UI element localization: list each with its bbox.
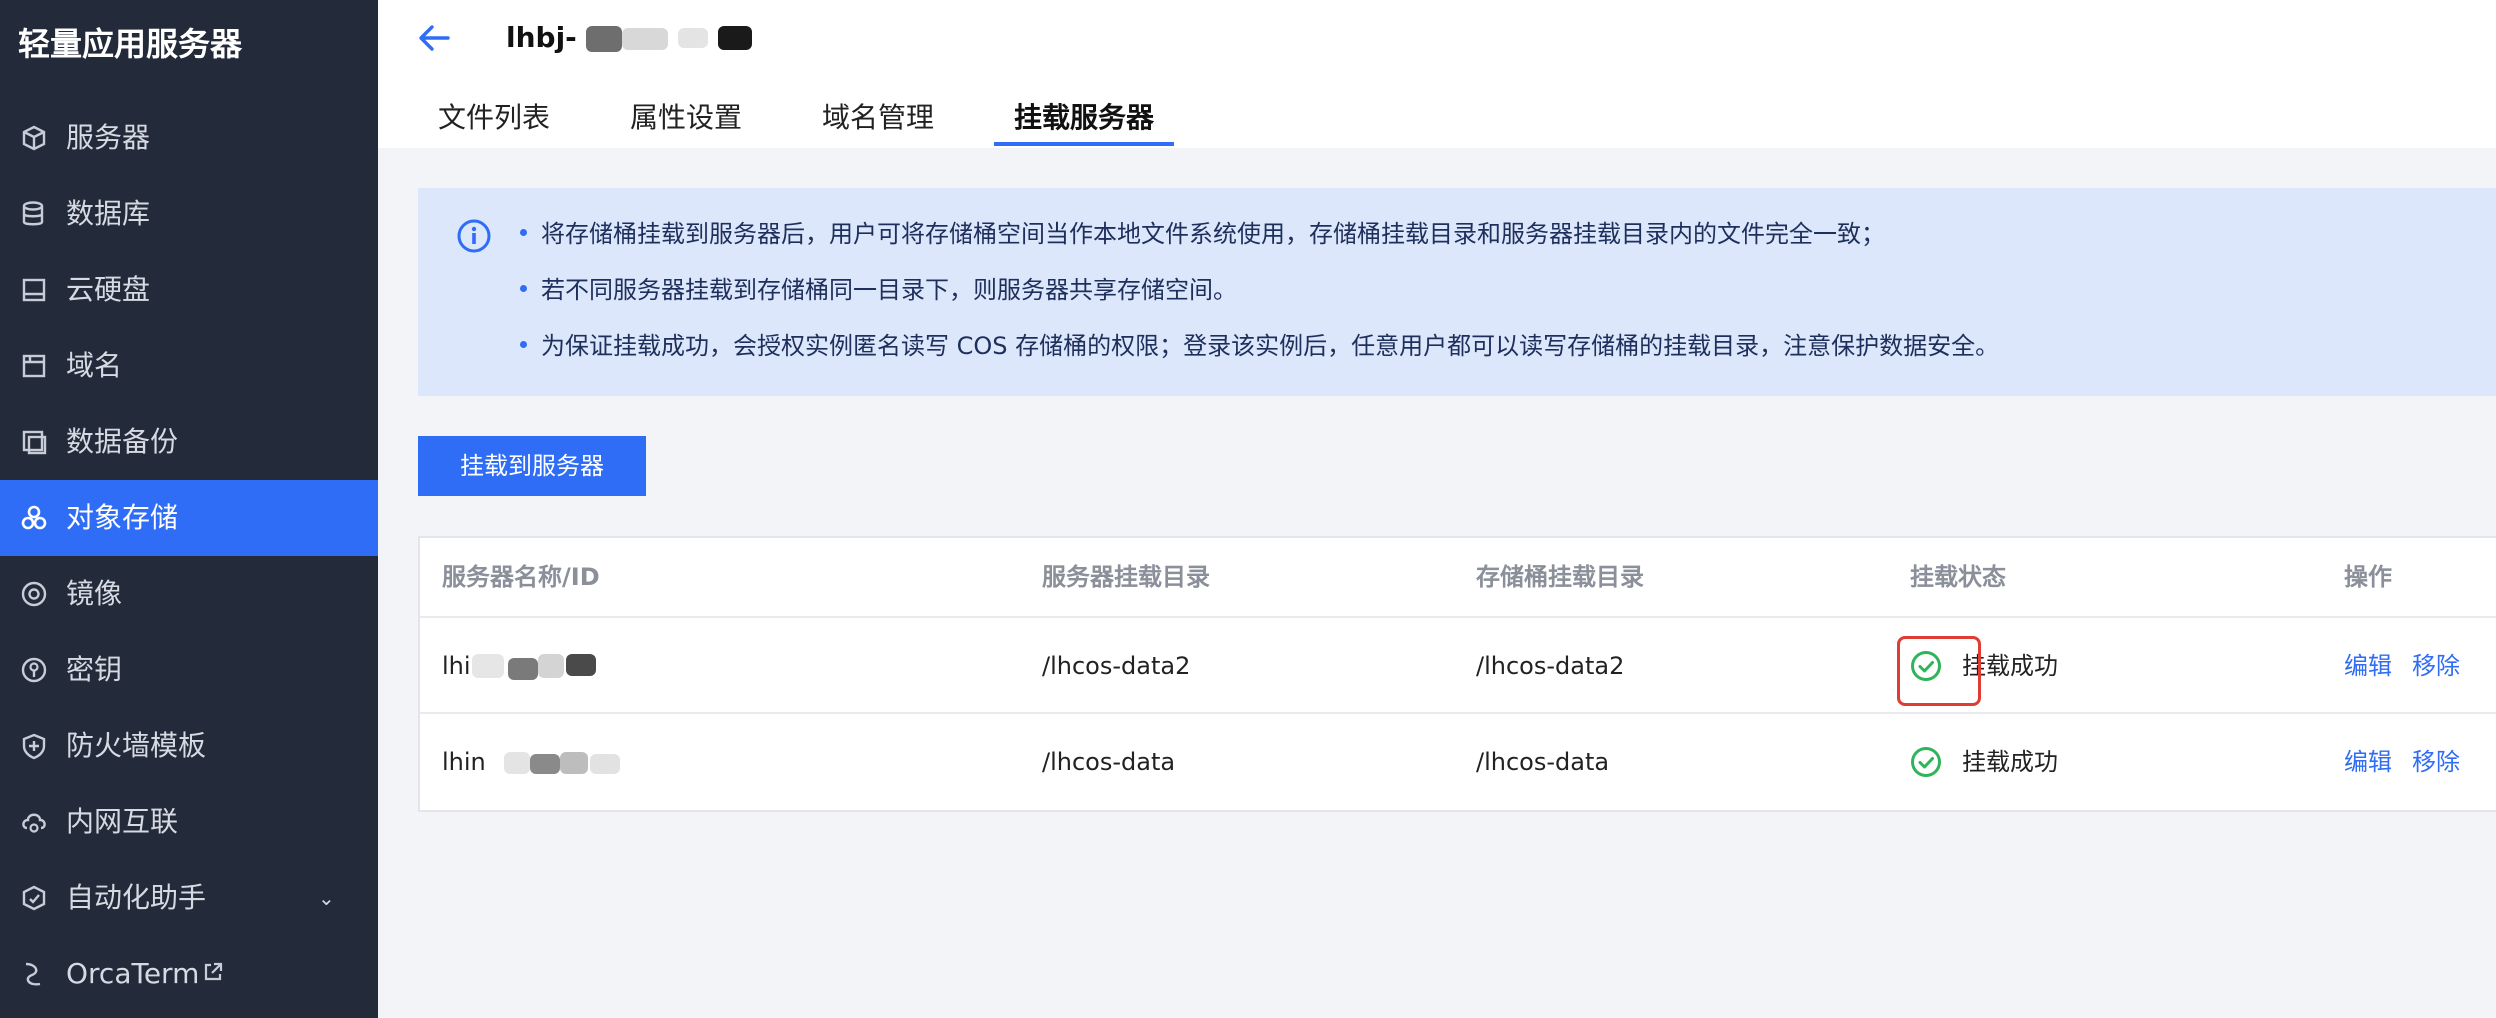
sidebar-item-domain[interactable]: 域名 [0,328,378,404]
active-tab-indicator [994,142,1174,146]
sidebar-item-firewall[interactable]: 防火墙模板 [0,708,378,784]
backup-icon [22,430,47,455]
tab-file-list[interactable]: 文件列表 [438,96,550,148]
remove-link[interactable]: 移除 [2412,618,2460,714]
image-icon [21,581,47,607]
redacted-mask [566,654,596,676]
automation-icon [22,885,46,911]
bucket-title: lhbj- [506,21,577,54]
external-link-icon [204,962,223,981]
redacted-mask [718,26,752,50]
edit-link[interactable]: 编辑 [2344,714,2392,810]
tab-properties[interactable]: 属性设置 [630,96,742,148]
redacted-mask [590,754,620,774]
chevron-down-icon[interactable]: ⌄ [318,860,335,936]
sidebar-item-server[interactable]: 服务器 [0,100,378,176]
column-header: 操作 [2344,563,2392,591]
sidebar-item-label: 密钥 [66,653,123,686]
success-check-icon [1911,747,1941,777]
sidebar-item-object-storage[interactable]: 对象存储 [0,480,378,556]
redacted-mask [504,752,530,774]
sidebar-item-cloud-disk[interactable]: 云硬盘 [0,252,378,328]
page-header: lhbj- 文件列表 属性设置 域名管理 挂载服务器 [378,0,2496,150]
sidebar-item-label: 镜像 [66,577,123,610]
mount-table: 服务器名称/ID 服务器挂载目录 存储桶挂载目录 挂载状态 操作 lhi /lh… [418,536,2496,812]
sidebar-item-backup[interactable]: 数据备份 [0,404,378,480]
column-header: 挂载状态 [1910,563,2006,591]
sidebar-item-label: 内网互联 [66,805,179,838]
sidebar-item-label: 域名 [66,349,123,382]
redacted-mask [586,26,622,52]
server-mount-dir: /lhcos-data2 [1042,652,1191,680]
edit-link[interactable]: 编辑 [2344,618,2392,714]
cube-icon [22,125,46,151]
redacted-mask [472,654,504,678]
sidebar-item-label: 服务器 [66,121,151,154]
table-row: lhi /lhcos-data2 /lhcos-data2 挂载成功 编辑 移除 [420,616,2496,714]
column-header: 存储桶挂载目录 [1476,563,1644,591]
redacted-mask [508,658,538,680]
key-icon [21,657,47,683]
server-name: lhi [442,652,471,680]
bucket-mount-dir: /lhcos-data2 [1476,652,1625,680]
object-storage-icon [21,505,47,530]
column-header: 服务器名称/ID [442,563,600,591]
sidebar-item-label: 对象存储 [66,501,179,534]
sidebar: 轻量应用服务器 服务器 数据库 云硬盘 域名 数据备份 对象存储 镜像 密钥 防… [0,0,378,1018]
redacted-mask [678,28,708,48]
sidebar-item-key[interactable]: 密钥 [0,632,378,708]
sidebar-item-label: 自动化助手 [66,881,207,914]
sidebar-item-label: 数据库 [66,197,151,230]
tab-domain-management[interactable]: 域名管理 [822,96,934,148]
tab-mount-server[interactable]: 挂载服务器 [1014,96,1154,148]
column-header: 服务器挂载目录 [1042,563,1210,591]
redacted-mask [538,654,564,678]
notice-line: 将存储桶挂载到服务器后，用户可将存储桶空间当作本地文件系统使用，存储桶挂载目录和… [520,206,1885,262]
sidebar-item-database[interactable]: 数据库 [0,176,378,252]
sidebar-item-label: 防火墙模板 [66,729,207,762]
sidebar-item-label: 数据备份 [66,425,179,458]
server-name: lhin [442,748,486,776]
sidebar-item-automation[interactable]: 自动化助手 ⌄ [0,860,378,936]
status-text: 挂载成功 [1962,748,2058,776]
sidebar-item-image[interactable]: 镜像 [0,556,378,632]
back-arrow-icon[interactable] [414,18,454,58]
server-mount-dir: /lhcos-data [1042,748,1176,776]
redacted-mask [560,752,588,774]
bucket-mount-dir: /lhcos-data [1476,748,1610,776]
table-row: lhin /lhcos-data /lhcos-data 挂载成功 编辑 移除 [420,712,2496,810]
sidebar-item-label: 云硬盘 [66,273,151,306]
info-icon [457,219,491,253]
app-title: 轻量应用服务器 [18,25,243,63]
domain-icon [22,354,46,378]
database-icon [22,201,44,226]
shield-icon [22,733,46,760]
remove-link[interactable]: 移除 [2412,714,2460,810]
sidebar-item-intranet[interactable]: 内网互联 [0,784,378,860]
notice-line: 若不同服务器挂载到存储桶同一目录下，则服务器共享存储空间。 [520,262,1237,318]
highlight-box [1897,636,1981,706]
sidebar-item-label: OrcaTerm [66,957,200,990]
mount-to-server-button[interactable]: 挂载到服务器 [418,436,646,496]
network-icon [22,813,46,833]
redacted-mask [530,754,560,774]
redacted-mask [622,28,668,50]
sidebar-item-orcaterm[interactable]: OrcaTerm [0,936,378,1012]
disk-icon [22,278,46,302]
terminal-icon [25,962,41,986]
notice-line: 为保证挂载成功，会授权实例匿名读写 COS 存储桶的权限；登录该实例后，任意用户… [520,318,1999,374]
